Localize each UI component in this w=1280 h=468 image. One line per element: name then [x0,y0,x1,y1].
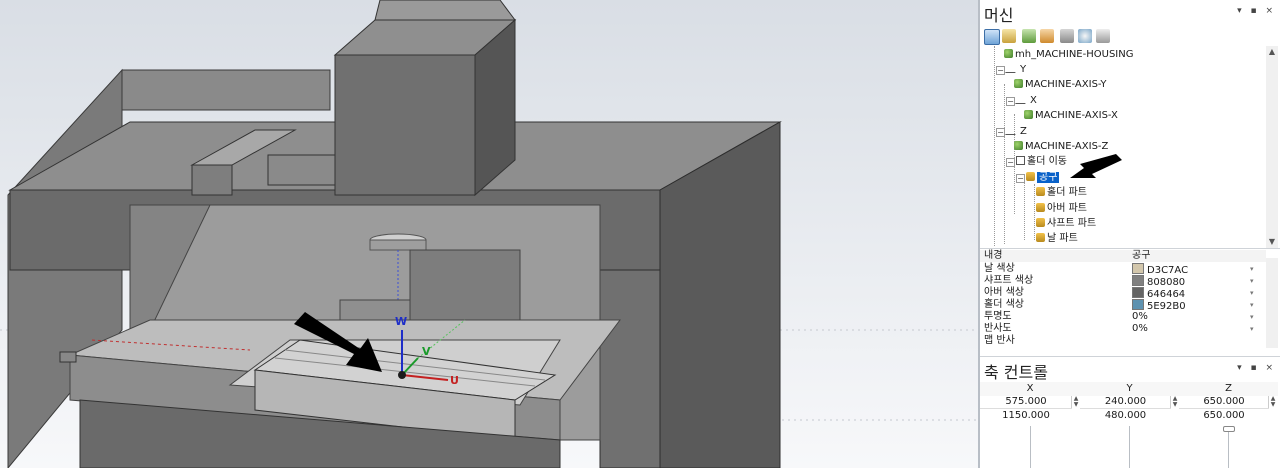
part-icon [1014,79,1023,88]
property-row[interactable]: 날 색상 D3C7AC ▾ [980,263,1266,276]
holder-group-icon [1016,156,1025,165]
tree-node-holder-move[interactable]: 홀더 이동 [1016,154,1067,169]
axis-control-table: X Y Z 575.000 ▲ ▼ 240.000 ▲ ▼ 650.000 ▲ ▼ 1… [980,382,1280,468]
expand-y-toggle[interactable]: − [996,66,1005,75]
axis-column-y: Y [1080,382,1180,396]
part-icon [1004,49,1013,58]
triad-w-label: W [395,315,407,328]
tree-node-blade-part[interactable]: 날 파트 [1036,231,1078,246]
dropdown-arrow-icon[interactable]: ▾ [1250,323,1254,335]
axis-x-spinner-icon[interactable]: ▲ ▼ [1071,396,1080,408]
add-part-icon[interactable] [1022,29,1036,43]
axis-column-x: X [980,382,1081,396]
color-swatch-icon [1132,287,1144,298]
tool-part-icon [1036,203,1045,212]
dropdown-arrow-icon[interactable]: ▾ [1250,263,1254,275]
expand-tool-toggle[interactable]: − [1016,174,1025,183]
axis-icon [1015,94,1031,104]
part-icon [1014,141,1023,150]
axis-z-spinner-icon[interactable]: ▲ ▼ [1268,396,1277,408]
triad-u-label: U [450,374,459,387]
machine-model: W V U [0,0,978,468]
axis-z-value-input[interactable]: 650.000 [1179,396,1269,409]
machine-panel-header: 머신 ▾ ▪ × [980,0,1280,26]
3d-viewport[interactable]: W V U [0,0,978,468]
axis-y-limit: 480.000 [1104,410,1147,421]
axis-control-header: 축 컨트롤 ▾ ▪ × [980,356,1280,383]
tree-node-holder-part[interactable]: 홀더 파트 [1036,185,1087,200]
tree-view-icon[interactable] [984,29,1000,45]
tree-node-machine-housing[interactable]: mh_MACHINE-HOUSING [1004,47,1133,62]
expand-holder-toggle[interactable]: − [1006,158,1015,167]
axis-column-z: Z [1179,382,1278,396]
axis-y-spinner-icon[interactable]: ▲ ▼ [1170,396,1179,408]
tree-node-axis-x[interactable]: X [1015,93,1037,108]
color-swatch-icon [1132,263,1144,274]
rotate-icon[interactable] [1078,29,1092,43]
axis-y-slider-track[interactable] [1129,426,1130,468]
tool-part-icon [1036,233,1045,242]
axis-y-value-input[interactable]: 240.000 [1080,396,1171,409]
color-swatch-icon [1132,299,1144,310]
machine-panel-title: 머신 [984,6,1014,25]
tree-node-arbor-part[interactable]: 아버 파트 [1036,201,1087,216]
tree-node-tool[interactable]: 공구 [1026,170,1060,185]
color-swatch-icon [1132,275,1144,286]
machine-toolbar [980,28,1280,46]
tree-node-shaft-part[interactable]: 샤프트 파트 [1036,216,1096,231]
dropdown-arrow-icon[interactable]: ▾ [1250,287,1254,299]
axis-x-limit: 1150.000 [1002,410,1050,421]
add-axis-icon[interactable] [1002,29,1016,43]
machine-tree: mh_MACHINE-HOUSING − Y MACHINE-AXIS-Y − … [980,46,1266,246]
side-panel: 머신 ▾ ▪ × mh_MACHINE-HOUSING − Y MACHINE-… [980,0,1280,468]
property-row[interactable]: 투명도 0% ▾ [980,311,1266,323]
axis-icon [1005,125,1021,135]
tool-icon [1026,172,1035,181]
property-row[interactable]: 홀더 색상 5E92B0 ▾ [980,299,1266,312]
properties-scrollbar[interactable] [1266,258,1278,348]
axis-control-controls[interactable]: ▾ ▪ × [1237,363,1276,373]
expand-x-toggle[interactable]: − [1006,97,1015,106]
axis-z-slider-thumb[interactable] [1223,426,1235,432]
move-icon[interactable] [1060,29,1074,43]
tree-node-axis-y[interactable]: Y [1005,62,1026,77]
annotation-arrow-icon [1070,154,1122,178]
axis-control-title: 축 컨트롤 [984,363,1048,382]
tool-part-icon [1036,218,1045,227]
settings-icon[interactable] [1096,29,1110,43]
scroll-down-icon[interactable]: ▼ [1266,236,1278,248]
dropdown-arrow-icon[interactable]: ▾ [1250,275,1254,287]
tool-part-icon [1036,187,1045,196]
axis-icon [1005,63,1021,73]
part-icon [1024,110,1033,119]
property-row[interactable]: 맵 반사 [980,335,1266,347]
properties-grid: 내경 공구 날 색상 D3C7AC ▾ 샤프트 색상 808080 ▾ 아버 색… [980,248,1280,349]
scroll-up-icon[interactable]: ▲ [1266,46,1278,58]
tree-node-machine-axis-x[interactable]: MACHINE-AXIS-X [1024,108,1118,123]
dropdown-arrow-icon[interactable]: ▾ [1250,299,1254,311]
axis-z-slider-track[interactable] [1228,426,1229,468]
property-row[interactable]: 아버 색상 646464 ▾ [980,287,1266,300]
add-tool-icon[interactable] [1040,29,1054,43]
dropdown-arrow-icon[interactable]: ▾ [1250,311,1254,323]
tree-scrollbar[interactable]: ▲ ▼ [1266,46,1278,248]
property-row[interactable]: 반사도 0% ▾ [980,323,1266,335]
axis-x-slider-track[interactable] [1030,426,1031,468]
tree-node-axis-z[interactable]: Z [1005,124,1027,139]
expand-z-toggle[interactable]: − [996,128,1005,137]
properties-header: 내경 공구 [980,250,1266,262]
machine-panel-controls[interactable]: ▾ ▪ × [1237,6,1276,16]
axis-x-value-input[interactable]: 575.000 [980,396,1072,409]
axis-z-limit: 650.000 [1203,410,1245,421]
triad-v-label: V [422,345,431,358]
tree-node-machine-axis-y[interactable]: MACHINE-AXIS-Y [1014,77,1106,92]
property-row[interactable]: 샤프트 색상 808080 ▾ [980,275,1266,288]
